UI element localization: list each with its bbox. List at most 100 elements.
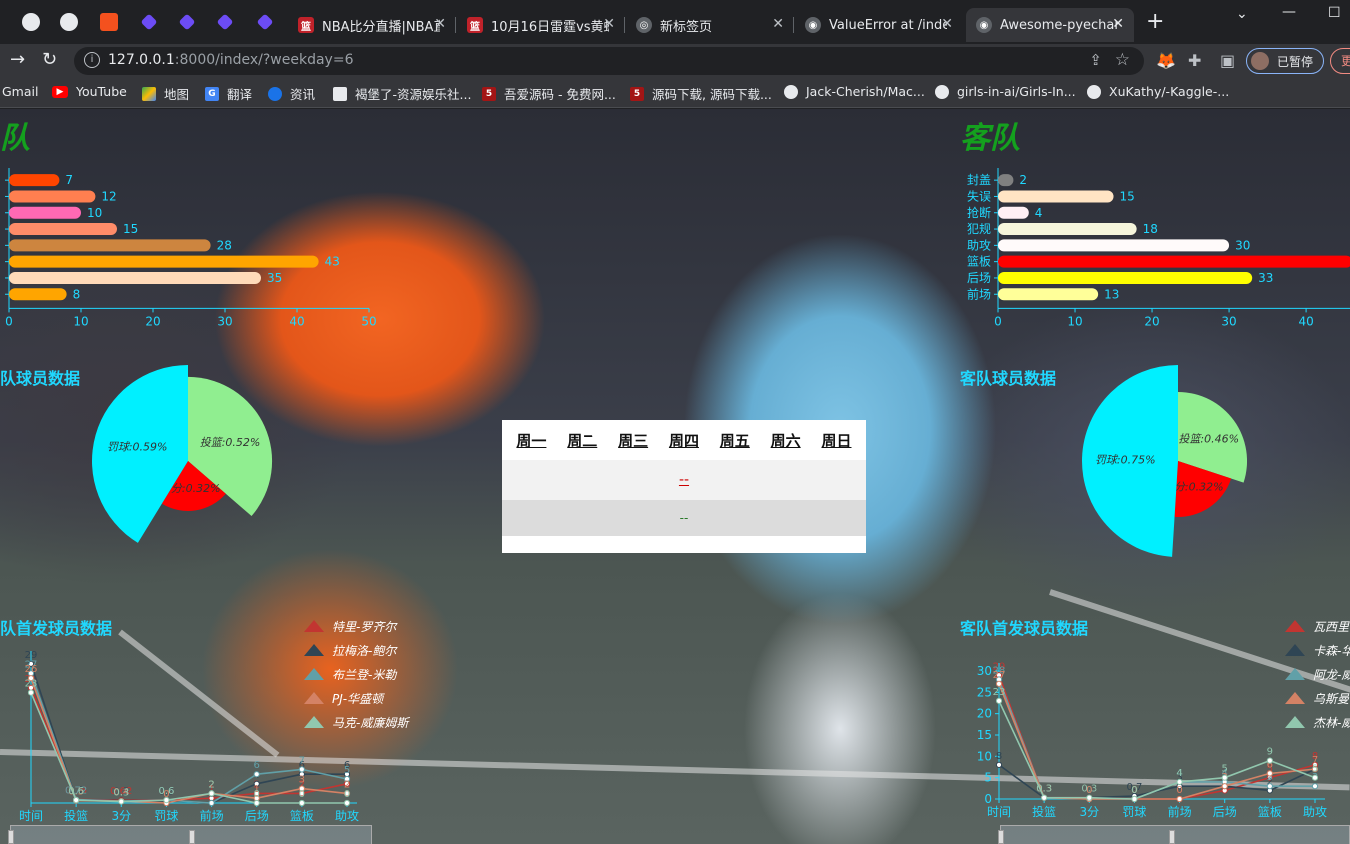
legend-label: 瓦西里 xyxy=(1313,620,1350,634)
bookmark-label: Jack-Cherish/Mac... xyxy=(806,84,925,99)
point-value-label: 2 xyxy=(208,779,214,790)
x-tick-label: 0 xyxy=(5,314,13,328)
bookmark-youtube[interactable]: ▶ YouTube xyxy=(52,84,127,99)
away-team-stats-bar-chart: 0102030402封盖15失误4抢断18犯规30助攻46篮板33后场13前场 xyxy=(967,168,1350,328)
translate-icon: G xyxy=(205,86,219,101)
slider-handle-left[interactable] xyxy=(8,830,14,844)
x-category-label: 后场 xyxy=(245,809,269,823)
tab-game-thunder-hornets[interactable]: 篮 10月16日雷霆vs黄蜂 ✕ xyxy=(457,8,625,42)
weekday-link-thu[interactable]: 周四 xyxy=(669,430,699,451)
x-category-label: 3分 xyxy=(111,809,131,823)
home-datazoom-slider[interactable] xyxy=(8,825,372,844)
tab-awesome-pyecharts[interactable]: ◉ Awesome-pyecharts ✕ xyxy=(966,8,1134,42)
bookmark-star-icon[interactable]: ☆ xyxy=(1115,50,1130,70)
close-icon[interactable]: ✕ xyxy=(772,16,784,32)
bookmark-translate[interactable]: G 翻译 xyxy=(205,84,252,103)
tab-valueerror[interactable]: ◉ ValueError at /inde ✕ xyxy=(795,8,963,42)
page-content: 队 客队 0 10 20 30 40 50 7 12 10 15 28 43 35 8 0 10 20 30 40… xyxy=(0,109,1350,844)
series-point xyxy=(1086,794,1093,801)
extensions-puzzle-icon[interactable]: ✚ xyxy=(1188,51,1201,70)
bookmark-resource-site[interactable]: 褐堡了-资源娱乐社... xyxy=(333,84,471,103)
y-tick-label: 30 xyxy=(977,664,992,678)
pinned-tab-hex-1[interactable] xyxy=(136,9,162,35)
bar xyxy=(9,190,96,203)
pinned-tab-hex-4[interactable] xyxy=(252,9,278,35)
close-icon[interactable]: ✕ xyxy=(434,16,446,32)
tab-new-tab[interactable]: ◎ 新标签页 ✕ xyxy=(626,8,794,42)
y-tick-label: 20 xyxy=(977,707,992,721)
bar-value-label: 8 xyxy=(73,287,81,301)
game-link[interactable]: -- xyxy=(502,460,866,500)
share-icon[interactable]: ⇪ xyxy=(1089,51,1102,69)
bookmark-source-download[interactable]: 5 源码下载, 源码下载... xyxy=(630,84,772,103)
maximize-button[interactable]: ☐ xyxy=(1328,5,1341,21)
series-point xyxy=(995,697,1003,704)
bookmark-github-xukathy[interactable]: XuKathy/-Kaggle-... xyxy=(1087,84,1229,99)
bar xyxy=(998,239,1230,252)
pinned-tab-hex-3[interactable] xyxy=(212,9,238,35)
tab-search-icon[interactable]: ⌄ xyxy=(1236,6,1248,22)
weekday-link-mon[interactable]: 周一 xyxy=(516,430,546,451)
y-category-label: 抢断 xyxy=(967,205,991,220)
bookmark-news[interactable]: 资讯 xyxy=(268,84,315,103)
new-tab-button[interactable]: + xyxy=(1146,11,1164,33)
x-tick-label: 50 xyxy=(361,314,376,328)
weekday-link-fri[interactable]: 周五 xyxy=(720,430,750,451)
point-value-label: 4 xyxy=(1176,768,1182,779)
site-info-icon[interactable]: i xyxy=(84,52,100,68)
pinned-tab-github-2[interactable] xyxy=(56,9,82,35)
bookmark-gmail[interactable]: Gmail xyxy=(2,84,38,99)
reload-button[interactable]: ↻ xyxy=(42,49,57,70)
bookmark-github-girls[interactable]: girls-in-ai/Girls-In... xyxy=(935,84,1076,99)
address-bar[interactable]: i 127.0.0.1:8000/index/?weekday=6 ⇪ ☆ xyxy=(74,47,1144,75)
bookmark-52pojie-source[interactable]: 5 吾爱源码 - 免费网... xyxy=(482,84,616,103)
update-button[interactable]: 更 xyxy=(1330,48,1350,74)
series-point xyxy=(1221,774,1228,781)
y-tick-label: 25 xyxy=(977,685,992,699)
profile-status: 已暂停 xyxy=(1277,54,1314,69)
github-icon xyxy=(22,13,40,31)
profile-button[interactable]: 已暂停 xyxy=(1246,48,1324,74)
slider-handle-left[interactable] xyxy=(998,830,1004,844)
extension-fox-icon[interactable]: 🦊 xyxy=(1156,51,1176,70)
pinned-tab-hex-2[interactable] xyxy=(174,9,200,35)
slider-handle-mid[interactable] xyxy=(1169,830,1175,844)
x-category-label: 罚球 xyxy=(1122,805,1146,819)
hexagon-icon xyxy=(140,13,158,31)
url-text[interactable]: 127.0.0.1:8000/index/?weekday=6 xyxy=(108,52,353,68)
bar-value-label: 10 xyxy=(87,206,102,220)
x-category-label: 时间 xyxy=(987,805,1011,819)
toolbar: → ↻ i 127.0.0.1:8000/index/?weekday=6 ⇪ … xyxy=(0,44,1350,78)
x-tick-label: 10 xyxy=(73,314,88,328)
bookmark-github-jack[interactable]: Jack-Cherish/Mac... xyxy=(784,84,925,99)
slider-handle-mid[interactable] xyxy=(189,830,195,844)
minimize-button[interactable]: — xyxy=(1282,4,1296,20)
bookmark-maps[interactable]: 地图 xyxy=(142,84,189,103)
point-value-label: 0 xyxy=(1176,785,1182,796)
series-point xyxy=(1176,795,1183,803)
close-icon[interactable]: ✕ xyxy=(1112,16,1124,32)
weekday-link-wed[interactable]: 周三 xyxy=(618,430,648,451)
home-players-title: 队球员数据 xyxy=(0,369,81,388)
x-tick-label: 40 xyxy=(1298,314,1313,328)
close-icon[interactable]: ✕ xyxy=(941,16,953,32)
point-value-label: 9 xyxy=(1267,747,1273,758)
legend-triangle-icon xyxy=(304,716,324,728)
weekday-link-sun[interactable]: 周日 xyxy=(821,430,851,451)
pinned-tab-c[interactable] xyxy=(96,9,122,35)
x-category-label: 篮板 xyxy=(1258,804,1282,819)
weekday-link-sat[interactable]: 周六 xyxy=(771,430,801,451)
bar xyxy=(998,255,1350,268)
away-datazoom-slider[interactable] xyxy=(998,825,1350,844)
globe-icon: ◉ xyxy=(805,17,821,33)
bar-value-label: 30 xyxy=(1235,238,1250,252)
five-logo-icon: 5 xyxy=(630,86,644,101)
bar xyxy=(9,271,261,284)
side-panel-icon[interactable]: ▣ xyxy=(1220,51,1235,70)
close-icon[interactable]: ✕ xyxy=(603,16,615,32)
back-button[interactable]: → xyxy=(10,49,25,70)
pinned-tab-github[interactable] xyxy=(18,9,44,35)
bookmark-label: girls-in-ai/Girls-In... xyxy=(957,84,1076,99)
tab-nba-live[interactable]: 篮 NBA比分直播|NBA直 ✕ xyxy=(288,8,456,42)
away-players-title: 客队球员数据 xyxy=(960,369,1057,388)
